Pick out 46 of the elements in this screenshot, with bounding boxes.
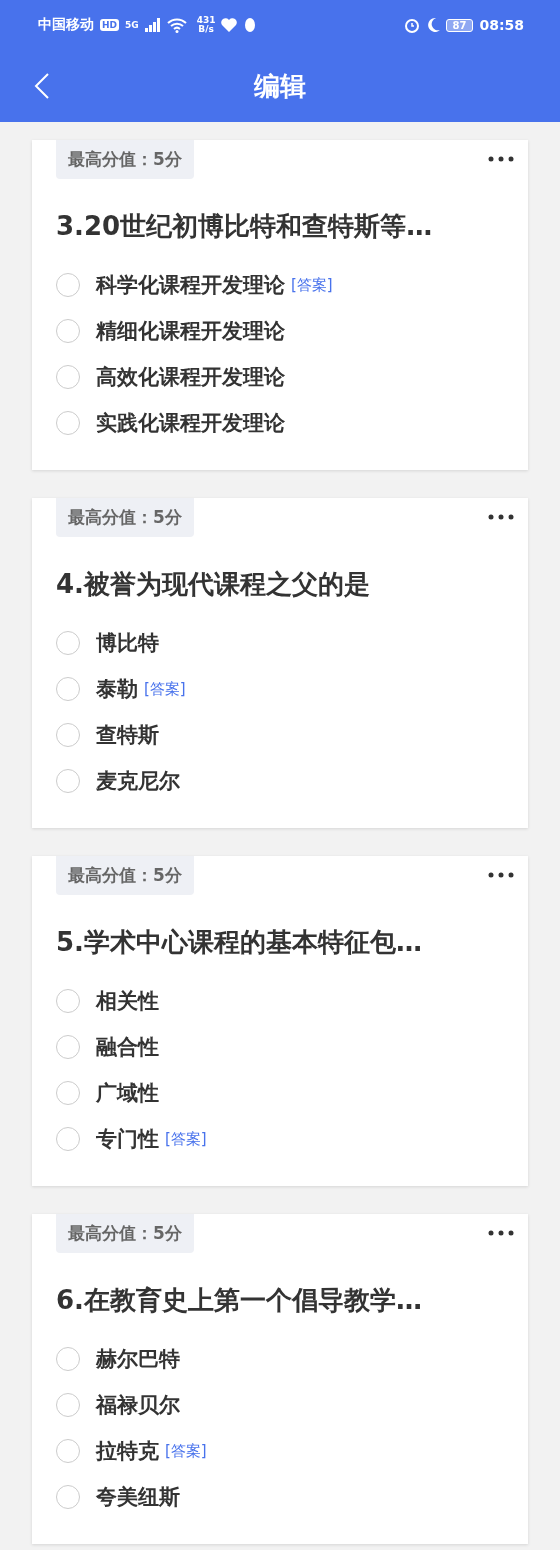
- question-title: 4.被誉为现代课程之父的是: [56, 568, 371, 601]
- option-text: 融合性: [96, 1034, 159, 1061]
- question-title: 5.学术中心课程的基本特征包…: [56, 926, 423, 959]
- moon-icon: [425, 17, 440, 33]
- option-text: 拉特克: [96, 1438, 159, 1465]
- option-text: 广域性: [96, 1080, 159, 1107]
- signal-icon: [144, 18, 161, 32]
- page-title: 编辑: [254, 69, 306, 103]
- option-text: 赫尔巴特: [96, 1346, 180, 1373]
- carrier-text: 中国移动: [38, 16, 94, 34]
- score-label: 最高分值：5分: [56, 498, 194, 537]
- option-text: 科学化课程开发理论: [96, 272, 285, 299]
- option-text: 高效化课程开发理论: [96, 364, 285, 391]
- speed-text: 431: [196, 16, 216, 25]
- option-text: 精细化课程开发理论: [96, 318, 285, 345]
- option-text: 查特斯: [96, 722, 159, 749]
- alarm-icon: [403, 17, 420, 33]
- hd-badge: HD: [100, 19, 119, 31]
- wifi-icon: [166, 17, 187, 33]
- answer-tag: [答案]: [165, 1441, 207, 1461]
- option-text: 泰勒: [96, 676, 138, 703]
- score-label: 最高分值：5分: [56, 140, 194, 179]
- question-title: 3.20世纪初博比特和查特斯等…: [56, 210, 434, 243]
- option-text: 麦克尼尔: [96, 768, 180, 795]
- option-text: 博比特: [96, 630, 159, 657]
- clock-text: 08:58: [479, 17, 524, 33]
- back-icon[interactable]: [34, 72, 50, 100]
- question-title: 6.在教育史上第一个倡导教学…: [56, 1284, 423, 1317]
- more-icon[interactable]: [488, 514, 514, 520]
- option-text: 专门性: [96, 1126, 159, 1153]
- option-text: 夸美纽斯: [96, 1484, 180, 1511]
- battery-indicator: 87: [445, 18, 474, 32]
- answer-tag: [答案]: [291, 275, 333, 295]
- more-icon[interactable]: [488, 156, 514, 162]
- heart-icon: [221, 18, 238, 32]
- answer-tag: [答案]: [144, 679, 186, 699]
- option-text: 实践化课程开发理论: [96, 410, 285, 437]
- network-text: 5G: [125, 20, 139, 30]
- answer-tag: [答案]: [165, 1129, 207, 1149]
- option-text: 相关性: [96, 988, 159, 1015]
- more-icon[interactable]: [488, 1230, 514, 1236]
- score-label: 最高分值：5分: [56, 1214, 194, 1253]
- more-icon[interactable]: [488, 872, 514, 878]
- speed-unit-text: B/s: [198, 25, 214, 34]
- score-label: 最高分值：5分: [56, 856, 194, 895]
- option-text: 福禄贝尔: [96, 1392, 180, 1419]
